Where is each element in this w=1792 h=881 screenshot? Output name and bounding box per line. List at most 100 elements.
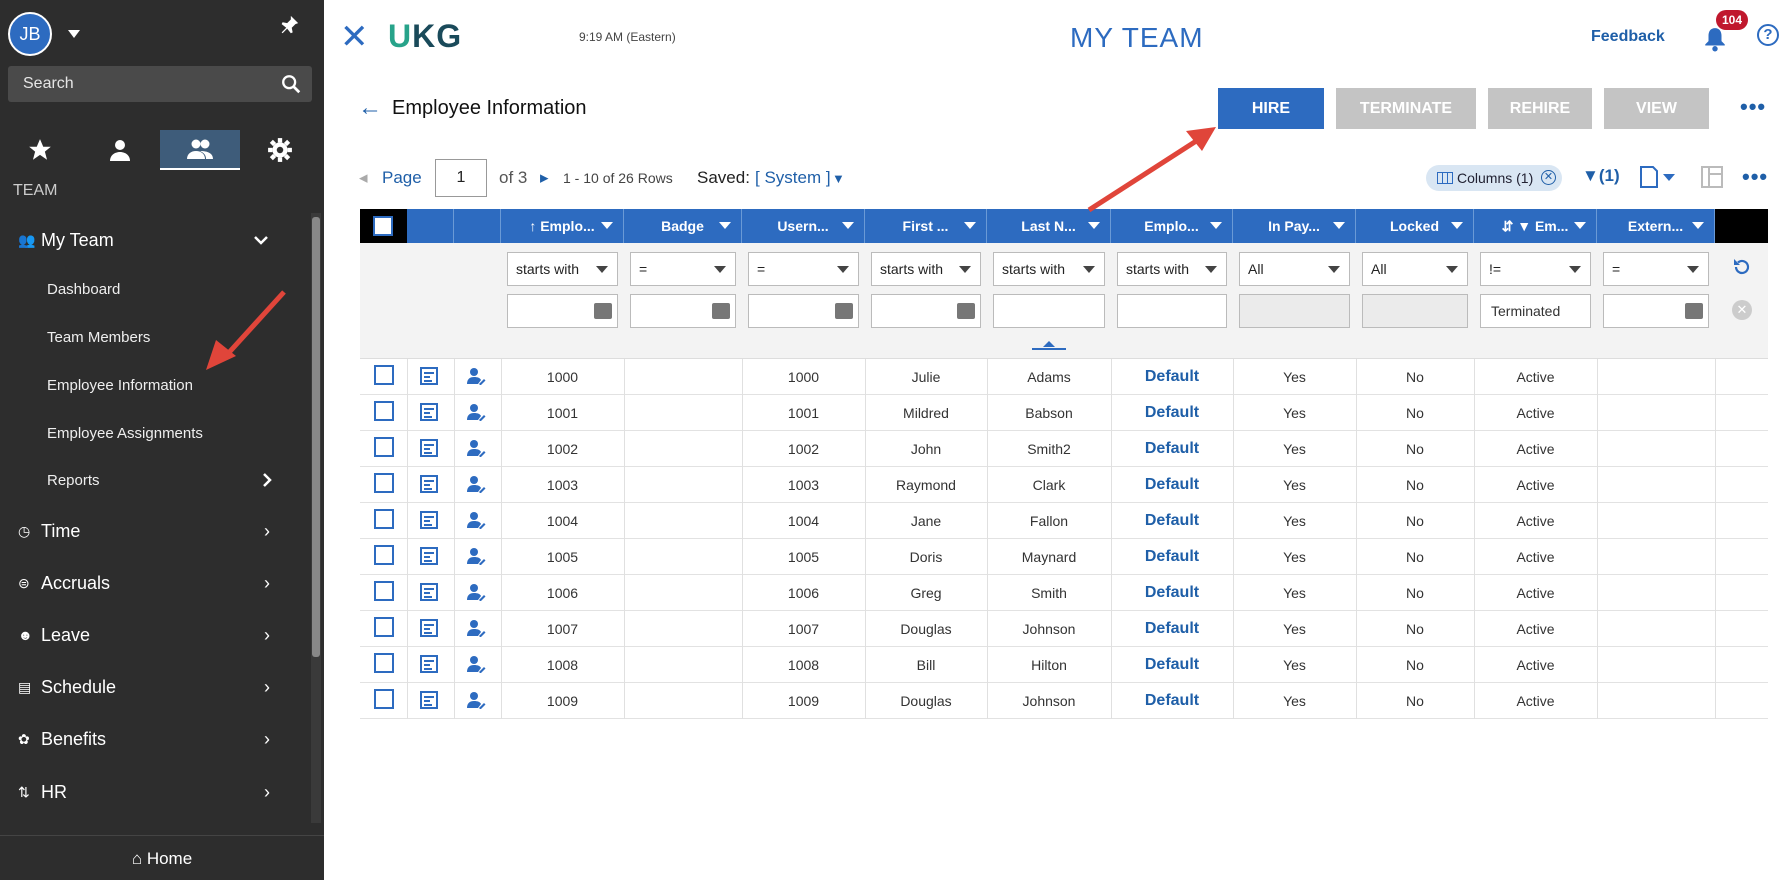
edit-person-icon[interactable] xyxy=(466,619,486,637)
back-arrow-icon[interactable]: ← xyxy=(358,96,382,120)
remove-chip-icon[interactable]: ✕ xyxy=(1541,170,1556,185)
edit-person-icon[interactable] xyxy=(466,583,486,601)
edit-person-icon[interactable] xyxy=(466,655,486,673)
row-checkbox[interactable] xyxy=(374,401,394,421)
employee-record-icon[interactable] xyxy=(420,691,438,709)
keyboard-icon[interactable] xyxy=(957,303,975,319)
table-row[interactable]: 1006 1006 Greg Smith Default Yes No Active xyxy=(360,575,1768,611)
cell-employment[interactable]: Default xyxy=(1111,611,1233,647)
cell-employment[interactable]: Default xyxy=(1111,575,1233,611)
sidebar-scrollbar[interactable] xyxy=(311,213,321,823)
saved-view-chevron-down-icon[interactable]: ▼ xyxy=(832,171,845,186)
cell-employment[interactable]: Default xyxy=(1111,431,1233,467)
cell-employment[interactable]: Default xyxy=(1111,467,1233,503)
saved-view-select[interactable]: [ System ] xyxy=(755,168,831,188)
sidebar-item-time[interactable]: ◷ Time › xyxy=(0,511,310,551)
filter-value-in-payroll[interactable] xyxy=(1239,294,1350,328)
employee-record-icon[interactable] xyxy=(420,439,438,457)
header-badge[interactable]: Badge xyxy=(624,209,742,243)
table-row[interactable]: 1003 1003 Raymond Clark Default Yes No Active xyxy=(360,467,1768,503)
pin-icon[interactable] xyxy=(278,14,300,42)
keyboard-icon[interactable] xyxy=(1685,303,1703,319)
filter-value-first-name[interactable] xyxy=(871,294,981,328)
filter-op-first-name[interactable]: starts with xyxy=(871,252,981,286)
terminate-button[interactable]: TERMINATE xyxy=(1336,88,1476,129)
columns-chip[interactable]: Columns (1) ✕ xyxy=(1426,165,1562,191)
employee-record-icon[interactable] xyxy=(420,619,438,637)
sidebar-item-hr[interactable]: ⇅ HR › xyxy=(0,772,310,812)
favorites-tab[interactable] xyxy=(0,130,80,170)
filter-value-badge[interactable] xyxy=(630,294,736,328)
table-row[interactable]: 1004 1004 Jane Fallon Default Yes No Active xyxy=(360,503,1768,539)
sidebar-item-accruals[interactable]: ⊜ Accruals › xyxy=(0,563,310,603)
filter-value-last-name[interactable] xyxy=(993,294,1105,328)
keyboard-icon[interactable] xyxy=(712,303,730,319)
rehire-button[interactable]: REHIRE xyxy=(1488,88,1592,129)
header-in-payroll[interactable]: In Pay... xyxy=(1233,209,1356,243)
select-all-checkbox[interactable] xyxy=(360,209,407,243)
table-row[interactable]: 1001 1001 Mildred Babson Default Yes No Active xyxy=(360,395,1768,431)
header-locked[interactable]: Locked xyxy=(1356,209,1474,243)
sidebar-search-input[interactable]: Search xyxy=(8,66,312,102)
more-actions-icon[interactable]: ••• xyxy=(1740,94,1766,120)
help-icon[interactable]: ? xyxy=(1757,24,1779,46)
edit-person-icon[interactable] xyxy=(466,439,486,457)
header-last-name[interactable]: Last N... xyxy=(987,209,1111,243)
edit-person-icon[interactable] xyxy=(466,367,486,385)
sidebar-item-leave[interactable]: ☻ Leave › xyxy=(0,615,310,655)
filter-op-employment[interactable]: starts with xyxy=(1117,252,1227,286)
cell-employment[interactable]: Default xyxy=(1111,647,1233,683)
sidebar-item-team-members[interactable]: Team Members xyxy=(47,329,150,346)
edit-person-icon[interactable] xyxy=(466,511,486,529)
filter-value-employment-status[interactable]: Terminated xyxy=(1480,294,1591,328)
cell-employment[interactable]: Default xyxy=(1111,359,1233,395)
table-row[interactable]: 1008 1008 Bill Hilton Default Yes No Active xyxy=(360,647,1768,683)
employee-record-icon[interactable] xyxy=(420,583,438,601)
feedback-link[interactable]: Feedback xyxy=(1591,28,1665,46)
filter-op-external[interactable]: = xyxy=(1603,252,1709,286)
row-checkbox[interactable] xyxy=(374,689,394,709)
filter-op-username[interactable]: = xyxy=(748,252,859,286)
user-menu-chevron-icon[interactable] xyxy=(68,30,80,38)
row-checkbox[interactable] xyxy=(374,509,394,529)
view-button[interactable]: VIEW xyxy=(1604,88,1709,129)
edit-person-icon[interactable] xyxy=(466,475,486,493)
header-username[interactable]: Usern... xyxy=(742,209,865,243)
layout-icon[interactable] xyxy=(1701,166,1723,193)
hire-button[interactable]: HIRE xyxy=(1218,88,1324,129)
sidebar-item-employee-information[interactable]: Employee Information xyxy=(47,377,193,394)
row-checkbox[interactable] xyxy=(374,473,394,493)
export-icon[interactable] xyxy=(1639,165,1675,194)
settings-tab[interactable] xyxy=(240,130,320,170)
row-checkbox[interactable] xyxy=(374,617,394,637)
filter-button[interactable]: ▼(1) xyxy=(1582,166,1620,186)
home-link[interactable]: ⌂ Home xyxy=(0,835,324,880)
page-number-input[interactable]: 1 xyxy=(435,159,487,197)
row-checkbox[interactable] xyxy=(374,581,394,601)
edit-person-icon[interactable] xyxy=(466,547,486,565)
table-row[interactable]: 1005 1005 Doris Maynard Default Yes No Active xyxy=(360,539,1768,575)
sidebar-item-my-team[interactable]: 👥 My Team xyxy=(0,220,310,260)
sidebar-item-employee-assignments[interactable]: Employee Assignments xyxy=(47,425,203,442)
sidebar-item-dashboard[interactable]: Dashboard xyxy=(47,281,120,298)
filter-op-last-name[interactable]: starts with xyxy=(993,252,1105,286)
employee-record-icon[interactable] xyxy=(420,511,438,529)
keyboard-icon[interactable] xyxy=(594,303,612,319)
person-tab[interactable] xyxy=(80,130,160,170)
user-avatar[interactable]: JB xyxy=(8,12,52,56)
filter-op-in-payroll[interactable]: All xyxy=(1239,252,1350,286)
bell-icon[interactable] xyxy=(1702,26,1728,57)
scrollbar-thumb[interactable] xyxy=(312,217,320,657)
cell-employment[interactable]: Default xyxy=(1111,395,1233,431)
filter-op-employee-id[interactable]: starts with xyxy=(507,252,618,286)
team-tab[interactable] xyxy=(160,130,240,170)
header-employment[interactable]: Emplo... xyxy=(1111,209,1233,243)
row-checkbox[interactable] xyxy=(374,545,394,565)
header-employment-status[interactable]: ⇵ ▼ Em... xyxy=(1474,209,1597,243)
filter-op-locked[interactable]: All xyxy=(1362,252,1468,286)
filter-op-employment-status[interactable]: != xyxy=(1480,252,1591,286)
employee-record-icon[interactable] xyxy=(420,547,438,565)
filter-value-employee-id[interactable] xyxy=(507,294,618,328)
edit-person-icon[interactable] xyxy=(466,403,486,421)
sidebar-item-benefits[interactable]: ✿ Benefits › xyxy=(0,719,310,759)
